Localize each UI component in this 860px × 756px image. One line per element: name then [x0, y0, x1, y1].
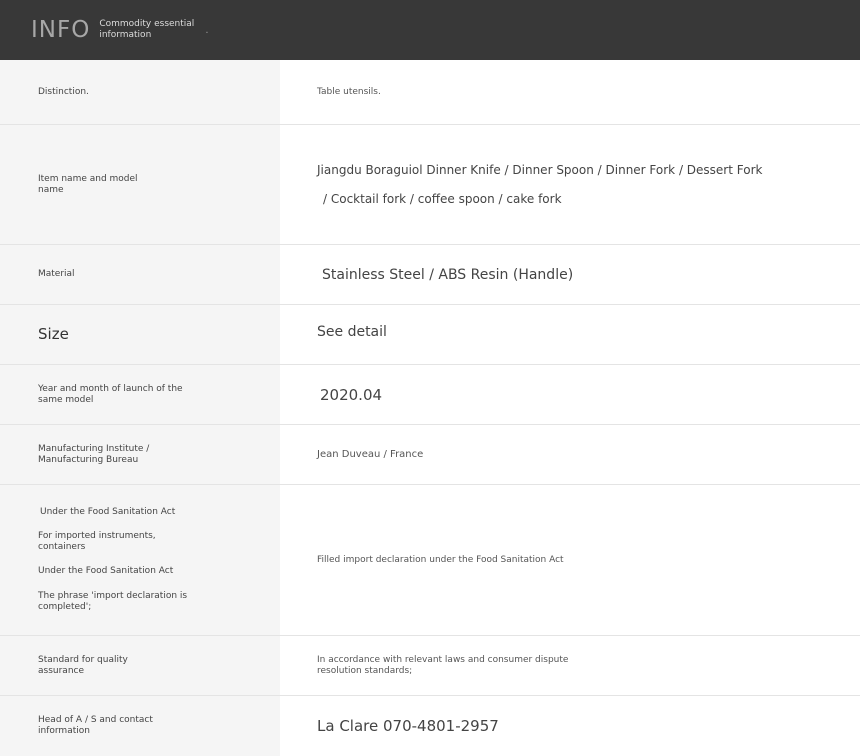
table-row-as-contact: Head of A / S and contact information La… — [0, 696, 860, 756]
table-row-material: Material Stainless Steel / ABS Resin (Ha… — [0, 245, 860, 305]
table-row-item-name: Item name and model name Jiangdu Boragui… — [0, 125, 860, 245]
row-value: 2020.04 — [320, 385, 383, 404]
table-row-launch-date: Year and month of launch of the same mod… — [0, 365, 860, 425]
header-title: INFO — [31, 17, 91, 43]
row-label: Distinction. — [0, 60, 280, 124]
row-label: Size — [0, 305, 280, 364]
row-label: Material — [0, 245, 280, 304]
info-header: INFO Commodity essential information . — [0, 0, 860, 60]
info-table: Distinction. Table utensils. Item name a… — [0, 60, 860, 756]
table-row-size: Size See detail — [0, 305, 860, 365]
header-tail: . — [205, 24, 209, 36]
row-label: Standard for quality assurance — [0, 636, 280, 695]
row-label: Manufacturing Institute / Manufacturing … — [0, 425, 280, 484]
row-value: See detail — [317, 323, 387, 340]
row-value: Table utensils. — [317, 86, 381, 97]
row-value: Jean Duveau / France — [317, 449, 424, 460]
row-value: La Clare 070-4801-2957 — [317, 717, 499, 735]
table-row-manufacturer: Manufacturing Institute / Manufacturing … — [0, 425, 860, 485]
row-value: Filled import declaration under the Food… — [317, 554, 564, 565]
row-label: Under the Food Sanitation Act For import… — [0, 485, 280, 635]
table-row-quality-standard: Standard for quality assurance In accord… — [0, 636, 860, 696]
table-row-food-sanitation: Under the Food Sanitation Act For import… — [0, 485, 860, 636]
row-label: Year and month of launch of the same mod… — [0, 365, 280, 424]
row-value: Stainless Steel / ABS Resin (Handle) — [322, 266, 574, 283]
row-label: Item name and model name — [0, 125, 280, 244]
row-value: Jiangdu Boraguiol Dinner Knife / Dinner … — [317, 163, 763, 206]
row-label: Head of A / S and contact information — [0, 696, 280, 756]
table-row-distinction: Distinction. Table utensils. — [0, 60, 860, 125]
header-subtitle: Commodity essential information — [99, 19, 195, 40]
row-value: In accordance with relevant laws and con… — [317, 654, 569, 676]
